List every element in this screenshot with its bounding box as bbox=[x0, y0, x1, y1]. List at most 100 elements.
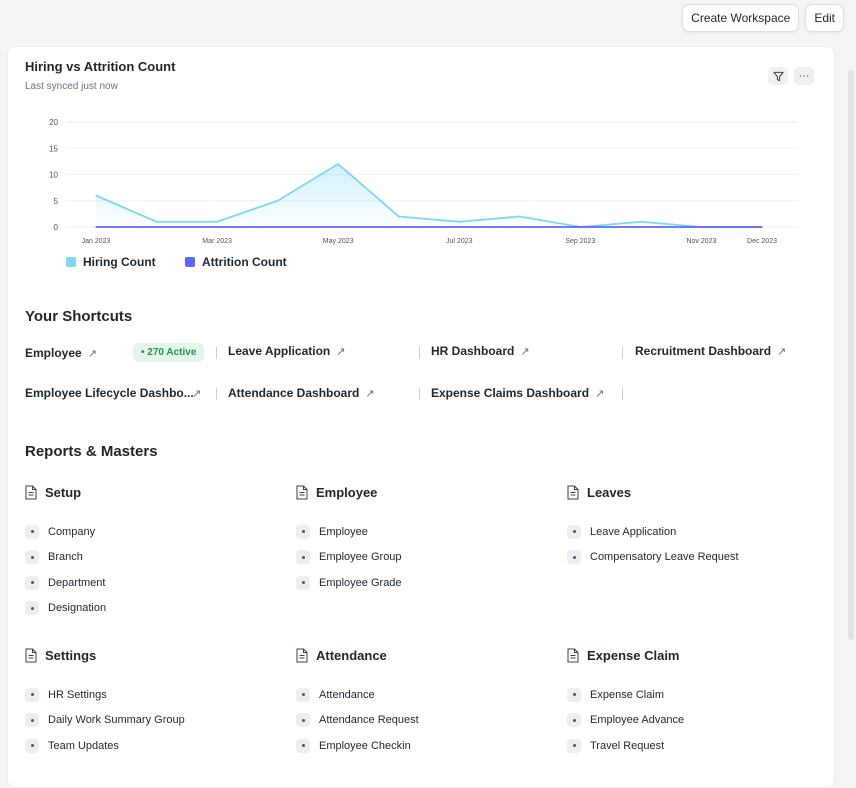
bullet-icon bbox=[567, 738, 581, 753]
data-point bbox=[519, 226, 521, 228]
link-label: Expense Claim bbox=[590, 688, 664, 701]
external-link-icon: ↗ bbox=[595, 387, 605, 400]
data-point bbox=[155, 221, 158, 223]
report-link-team-updates[interactable]: Team Updates bbox=[25, 733, 285, 759]
report-link-employee-grade[interactable]: Employee Grade bbox=[296, 570, 556, 596]
x-tick-label: Dec 2023 bbox=[747, 238, 777, 245]
report-link-employee[interactable]: Employee bbox=[296, 519, 556, 545]
link-label: Employee bbox=[319, 525, 368, 538]
y-tick-label: 15 bbox=[49, 144, 58, 153]
data-point bbox=[95, 194, 97, 197]
document-icon bbox=[296, 648, 308, 662]
legend-label-hiring: Hiring Count bbox=[83, 255, 156, 269]
reports-heading: Reports & Masters bbox=[25, 443, 158, 460]
shortcut-label: Expense Claims Dashboard bbox=[431, 386, 590, 400]
report-link-employee-advance[interactable]: Employee Advance bbox=[567, 708, 827, 734]
bullet-icon bbox=[25, 524, 39, 539]
link-label: Employee Checkin bbox=[319, 739, 411, 752]
report-link-attendance-request[interactable]: Attendance Request bbox=[296, 708, 556, 734]
divider bbox=[216, 347, 217, 359]
shortcut-expense-claims-dashboard[interactable]: Expense Claims Dashboard ↗ bbox=[431, 386, 604, 400]
divider bbox=[419, 347, 420, 359]
link-label: Attendance Request bbox=[319, 714, 419, 727]
data-point bbox=[700, 226, 703, 228]
report-link-branch[interactable]: Branch bbox=[25, 545, 285, 571]
link-label: Team Updates bbox=[48, 739, 119, 752]
shortcut-attendance-dashboard[interactable]: Attendance Dashboard ↗ bbox=[228, 386, 375, 400]
x-tick-label: Mar 2023 bbox=[202, 238, 232, 245]
link-label: Department bbox=[48, 576, 106, 589]
link-label: Company bbox=[48, 525, 96, 538]
report-link-leave-application[interactable]: Leave Application bbox=[567, 519, 827, 545]
report-link-department[interactable]: Department bbox=[25, 570, 285, 596]
shortcut-employee[interactable]: Employee ↗ bbox=[25, 346, 97, 360]
data-point bbox=[337, 226, 339, 228]
data-point bbox=[337, 163, 339, 165]
report-link-attendance[interactable]: Attendance bbox=[296, 682, 556, 708]
group-title: Employee bbox=[316, 484, 378, 500]
shortcut-leave-application[interactable]: Leave Application ↗ bbox=[228, 344, 345, 358]
legend-item-hiring[interactable]: Hiring Count bbox=[66, 255, 156, 269]
document-icon bbox=[567, 648, 579, 662]
group-title: Setup bbox=[45, 484, 82, 500]
y-tick-label: 20 bbox=[49, 118, 58, 127]
report-link-hr-settings[interactable]: HR Settings bbox=[25, 682, 285, 708]
report-link-company[interactable]: Company bbox=[25, 519, 285, 545]
data-point bbox=[398, 215, 400, 218]
page-actions: Create Workspace Edit bbox=[682, 4, 844, 32]
shortcut-employee-lifecycle-dashboard[interactable]: Employee Lifecycle Dashbo... ↗ bbox=[25, 386, 201, 400]
legend-item-attrition[interactable]: Attrition Count bbox=[185, 255, 287, 269]
create-workspace-button[interactable]: Create Workspace bbox=[682, 4, 800, 32]
group-title: Leaves bbox=[587, 484, 632, 500]
divider bbox=[216, 388, 217, 400]
bullet-icon bbox=[25, 738, 39, 753]
data-point bbox=[640, 221, 642, 223]
report-link-daily-work-summary-group[interactable]: Daily Work Summary Group bbox=[25, 708, 285, 734]
link-label: Employee Advance bbox=[590, 714, 685, 727]
report-link-compensatory-leave-request[interactable]: Compensatory Leave Request bbox=[567, 545, 827, 571]
data-point bbox=[458, 221, 460, 223]
report-link-travel-request[interactable]: Travel Request bbox=[567, 733, 827, 759]
shortcut-label: Recruitment Dashboard bbox=[635, 344, 772, 358]
group-title: Attendance bbox=[316, 647, 387, 663]
shortcut-label: Employee bbox=[25, 346, 82, 360]
scrollbar[interactable] bbox=[848, 70, 854, 640]
divider bbox=[622, 388, 623, 400]
x-tick-label: Jul 2023 bbox=[446, 238, 473, 245]
divider bbox=[622, 347, 623, 359]
bullet-icon bbox=[567, 524, 581, 539]
link-label: Employee Group bbox=[319, 551, 402, 564]
bullet-icon bbox=[25, 601, 39, 616]
bullet-icon bbox=[25, 575, 39, 590]
bullet-icon bbox=[25, 687, 39, 702]
shortcut-recruitment-dashboard[interactable]: Recruitment Dashboard ↗ bbox=[635, 344, 786, 358]
x-tick-label: Nov 2023 bbox=[686, 238, 716, 245]
data-point bbox=[95, 226, 97, 228]
more-options-button[interactable]: ··· bbox=[794, 67, 814, 85]
bullet-icon bbox=[25, 550, 39, 565]
link-label: Branch bbox=[48, 551, 83, 564]
external-link-icon: ↗ bbox=[87, 347, 97, 360]
link-label: Compensatory Leave Request bbox=[590, 551, 739, 564]
chart-title: Hiring vs Attrition Count bbox=[25, 59, 176, 74]
bullet-icon bbox=[567, 687, 581, 702]
report-link-employee-group[interactable]: Employee Group bbox=[296, 545, 556, 571]
y-tick-label: 10 bbox=[49, 171, 58, 180]
link-label: Leave Application bbox=[590, 525, 677, 538]
data-point bbox=[761, 226, 763, 228]
shortcut-label: HR Dashboard bbox=[431, 344, 515, 358]
document-icon bbox=[296, 485, 308, 499]
report-group-employee: Employee Employee Employee Group Employe… bbox=[296, 483, 556, 596]
report-link-designation[interactable]: Designation bbox=[25, 596, 285, 622]
bullet-icon bbox=[296, 524, 310, 539]
report-link-employee-checkin[interactable]: Employee Checkin bbox=[296, 733, 556, 759]
report-link-expense-claim[interactable]: Expense Claim bbox=[567, 682, 827, 708]
x-tick-label: Sep 2023 bbox=[565, 238, 595, 245]
link-label: HR Settings bbox=[48, 688, 107, 701]
shortcut-hr-dashboard[interactable]: HR Dashboard ↗ bbox=[431, 344, 530, 358]
document-icon bbox=[567, 485, 579, 499]
data-point bbox=[458, 226, 460, 228]
edit-button[interactable]: Edit bbox=[805, 4, 844, 32]
filter-button[interactable] bbox=[768, 67, 788, 85]
data-point bbox=[216, 226, 218, 228]
